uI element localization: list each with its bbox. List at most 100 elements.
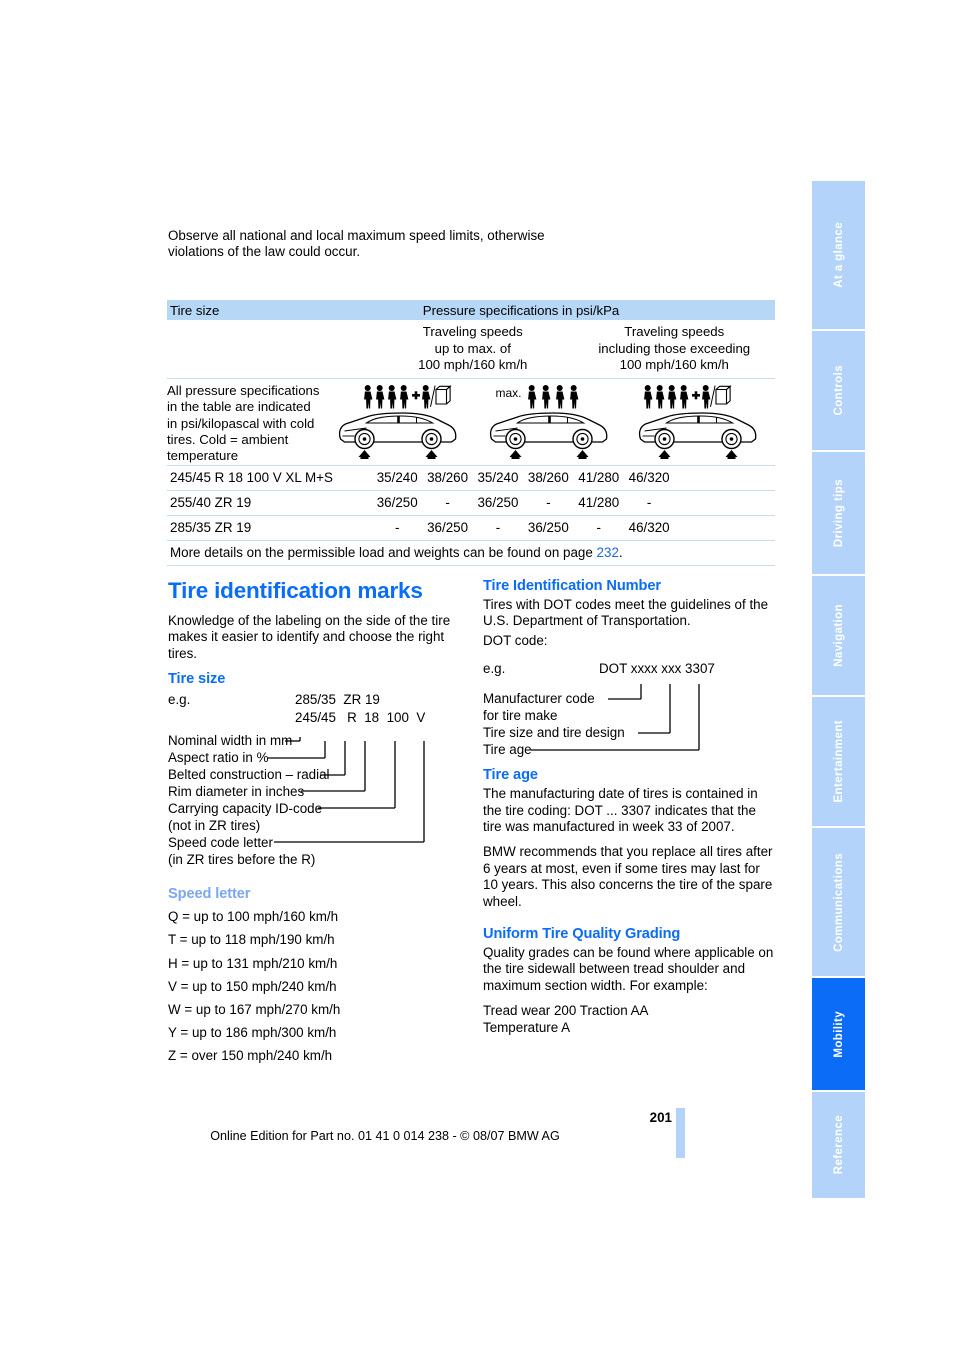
tab-controls[interactable]: Controls <box>810 329 865 450</box>
tire-size-cell: 255/40 ZR 19 <box>170 495 252 511</box>
pressure-value-cell: 36/250 <box>376 495 418 511</box>
pressure-value-cell: 35/240 <box>376 470 418 486</box>
tire-size-code-bottom: 245/45 R 18 100 V <box>295 710 426 726</box>
table-data-rows: 245/45 R 18 100 V XL M+S 35/240 38/260 35/2… <box>167 464 775 540</box>
tab-at-a-glance[interactable]: At a glance <box>810 181 865 329</box>
speed-letter-row: V = up to 150 mph/240 km/h <box>168 978 337 994</box>
tire-size-eg-label: e.g. <box>168 692 191 708</box>
legend-carrying-capacity: Carrying capacity ID-code <box>168 801 323 817</box>
table-illustration-row: All pressure specifications in the table… <box>167 377 775 465</box>
tab-label: Mobility <box>832 1010 845 1058</box>
dot-legend-manufacturer: Manufacturer code <box>483 691 595 707</box>
speed-letter-row: T = up to 118 mph/190 km/h <box>168 932 335 948</box>
page-reference-link[interactable]: 232 <box>597 545 619 560</box>
table-row: 255/40 ZR 19 36/250 - 36/250 - 41/280 - <box>167 489 775 515</box>
speed-header-line: 100 mph/160 km/h <box>619 357 729 373</box>
pressure-value-cell: 41/280 <box>578 470 620 486</box>
tire-age-paragraph-1: The manufacturing date of tires is conta… <box>483 786 758 835</box>
pressure-value-cell: - <box>394 520 400 536</box>
speed-letter-row: H = up to 131 mph/210 km/h <box>168 955 338 971</box>
pressure-value-cell: - <box>646 495 652 511</box>
tire-size-code-top: 285/35 ZR 19 <box>295 692 380 708</box>
left-column: Tire identification marks Knowledge of t… <box>168 578 464 1068</box>
tab-label: Controls <box>832 365 845 416</box>
tab-reference[interactable]: Reference <box>810 1090 865 1198</box>
table-footer-end: . <box>618 544 623 560</box>
legend-zr-before-r: (in ZR tires before the R) <box>168 852 316 868</box>
dot-code-label: DOT code: <box>483 632 548 648</box>
tire-size-cell: 285/35 ZR 19 <box>170 520 252 536</box>
tab-mobility[interactable]: Mobility <box>810 976 865 1090</box>
table-speed-headers: Traveling speeds up to max. of 100 mph/160… <box>167 320 775 378</box>
speed-header-line: up to max. of <box>434 340 511 356</box>
legend-speed-code: Speed code letter <box>168 835 273 851</box>
page-number: 201 <box>649 1110 672 1125</box>
tab-driving-tips[interactable]: Driving tips <box>810 450 865 574</box>
heading-tire-age: Tire age <box>483 767 538 784</box>
tab-label: Communications <box>832 852 845 952</box>
tab-label: Reference <box>832 1115 845 1175</box>
speed-header-line: including those exceeding <box>598 340 751 356</box>
pressure-value-cell: 36/250 <box>427 520 469 536</box>
pressure-value-cell: - <box>596 520 601 536</box>
tab-communications[interactable]: Communications <box>810 826 865 976</box>
table-footer-text: More details on the permissible load and… <box>170 544 597 560</box>
illustration-cell-1 <box>321 383 472 459</box>
tab-label: Navigation <box>832 604 845 667</box>
left-intro-paragraph: Knowledge of the labeling on the side of… <box>168 613 451 661</box>
tire-age-paragraph-2: BMW recommends that you replace all tire… <box>483 844 773 909</box>
speed-header-col-2: Traveling speeds including those exceedin… <box>574 324 776 374</box>
car-4plus1-luggage-2-icon <box>639 384 757 459</box>
legend-not-in-zr: (not in ZR tires) <box>168 818 261 834</box>
tire-pressure-table: Tire size Pressure specifications in psi… <box>167 300 775 566</box>
speed-letter-list: Q = up to 100 mph/160 km/h T = up to 118 … <box>168 905 464 1067</box>
dot-legend-tire-make: for tire make <box>483 708 558 724</box>
tab-entertainment[interactable]: Entertainment <box>810 695 865 826</box>
speed-letter-row: Z = over 150 mph/240 km/h <box>168 1048 333 1064</box>
tire-size-cell: 245/45 R 18 100 V XL M+S <box>170 470 333 486</box>
pressure-value-cell: 36/250 <box>527 520 569 536</box>
speed-header-line: Traveling speeds <box>422 324 523 339</box>
utqg-paragraph: Quality grades can be found where applic… <box>483 945 774 993</box>
legend-rim-diameter: Rim diameter in inches <box>168 784 305 800</box>
dot-legend-tire-age: Tire age <box>483 742 532 758</box>
pressure-value-cell: 41/280 <box>578 495 620 511</box>
intro-paragraph: Observe all national and local maximum s… <box>168 228 545 260</box>
pressure-value-cell: 35/240 <box>477 470 519 486</box>
manual-page: At a glance Controls Driving tips Navigatio… <box>0 0 954 1350</box>
speed-header-spacer <box>167 324 372 374</box>
illustration-cell-3 <box>624 383 775 459</box>
pressure-note-text: All pressure specifications in the table… <box>167 382 320 464</box>
table-row: 285/35 ZR 19 - 36/250 - 36/250 - 46/320 <box>167 514 775 540</box>
car-4plus1-luggage-icon <box>338 384 457 459</box>
tab-navigation[interactable]: Navigation <box>810 574 865 695</box>
edition-footer: Online Edition for Part no. 01 41 0 014 … <box>210 1129 560 1143</box>
speed-header-col-1: Traveling speeds up to max. of 100 mph/160… <box>372 324 574 374</box>
section-tab-strip: At a glance Controls Driving tips Navigatio… <box>810 181 865 1198</box>
legend-aspect-ratio: Aspect ratio in % <box>168 750 269 766</box>
legend-nominal-width: Nominal width in mm <box>168 733 293 749</box>
legend-belted-radial: Belted construction – radial <box>168 767 330 783</box>
pressure-value-cell: - <box>495 520 501 536</box>
pressure-value-cell: - <box>445 495 450 511</box>
illustration-cell-2: max. <box>472 383 623 459</box>
tire-size-diagram: e.g. 285/35 ZR 19 245/45 R 18 100 V Nomi… <box>168 690 464 868</box>
speed-header-line: 100 mph/160 km/h <box>418 357 528 373</box>
heading-uniform-tire-quality-grading: Uniform Tire Quality Grading <box>483 926 681 943</box>
pressure-value-cell: 38/260 <box>527 470 569 486</box>
table-row: 245/45 R 18 100 V XL M+S 35/240 38/260 35/2… <box>167 464 775 490</box>
table-header-pressure: Pressure specifications in psi/kPa <box>422 302 620 318</box>
max-label: max. <box>495 386 521 400</box>
dot-example-code: DOT xxxx xxx 3307 <box>599 661 715 677</box>
pressure-value-cell: 38/260 <box>427 470 469 486</box>
speed-letter-row: W = up to 167 mph/270 km/h <box>168 1002 341 1018</box>
tab-label: At a glance <box>832 222 845 288</box>
speed-letter-row: Y = up to 186 mph/300 km/h <box>168 1025 337 1041</box>
page-title: Tire identification marks <box>168 578 423 603</box>
pressure-value-cell: - <box>546 495 551 511</box>
tab-label: Driving tips <box>832 478 845 548</box>
table-header-bar: Tire size Pressure specifications in psi… <box>167 300 775 320</box>
speed-header-line: Traveling speeds <box>624 324 725 339</box>
heading-tire-size: Tire size <box>168 671 226 688</box>
dot-code-diagram: e.g. DOT xxxx xxx 3307 Manufacturer code… <box>483 659 775 757</box>
